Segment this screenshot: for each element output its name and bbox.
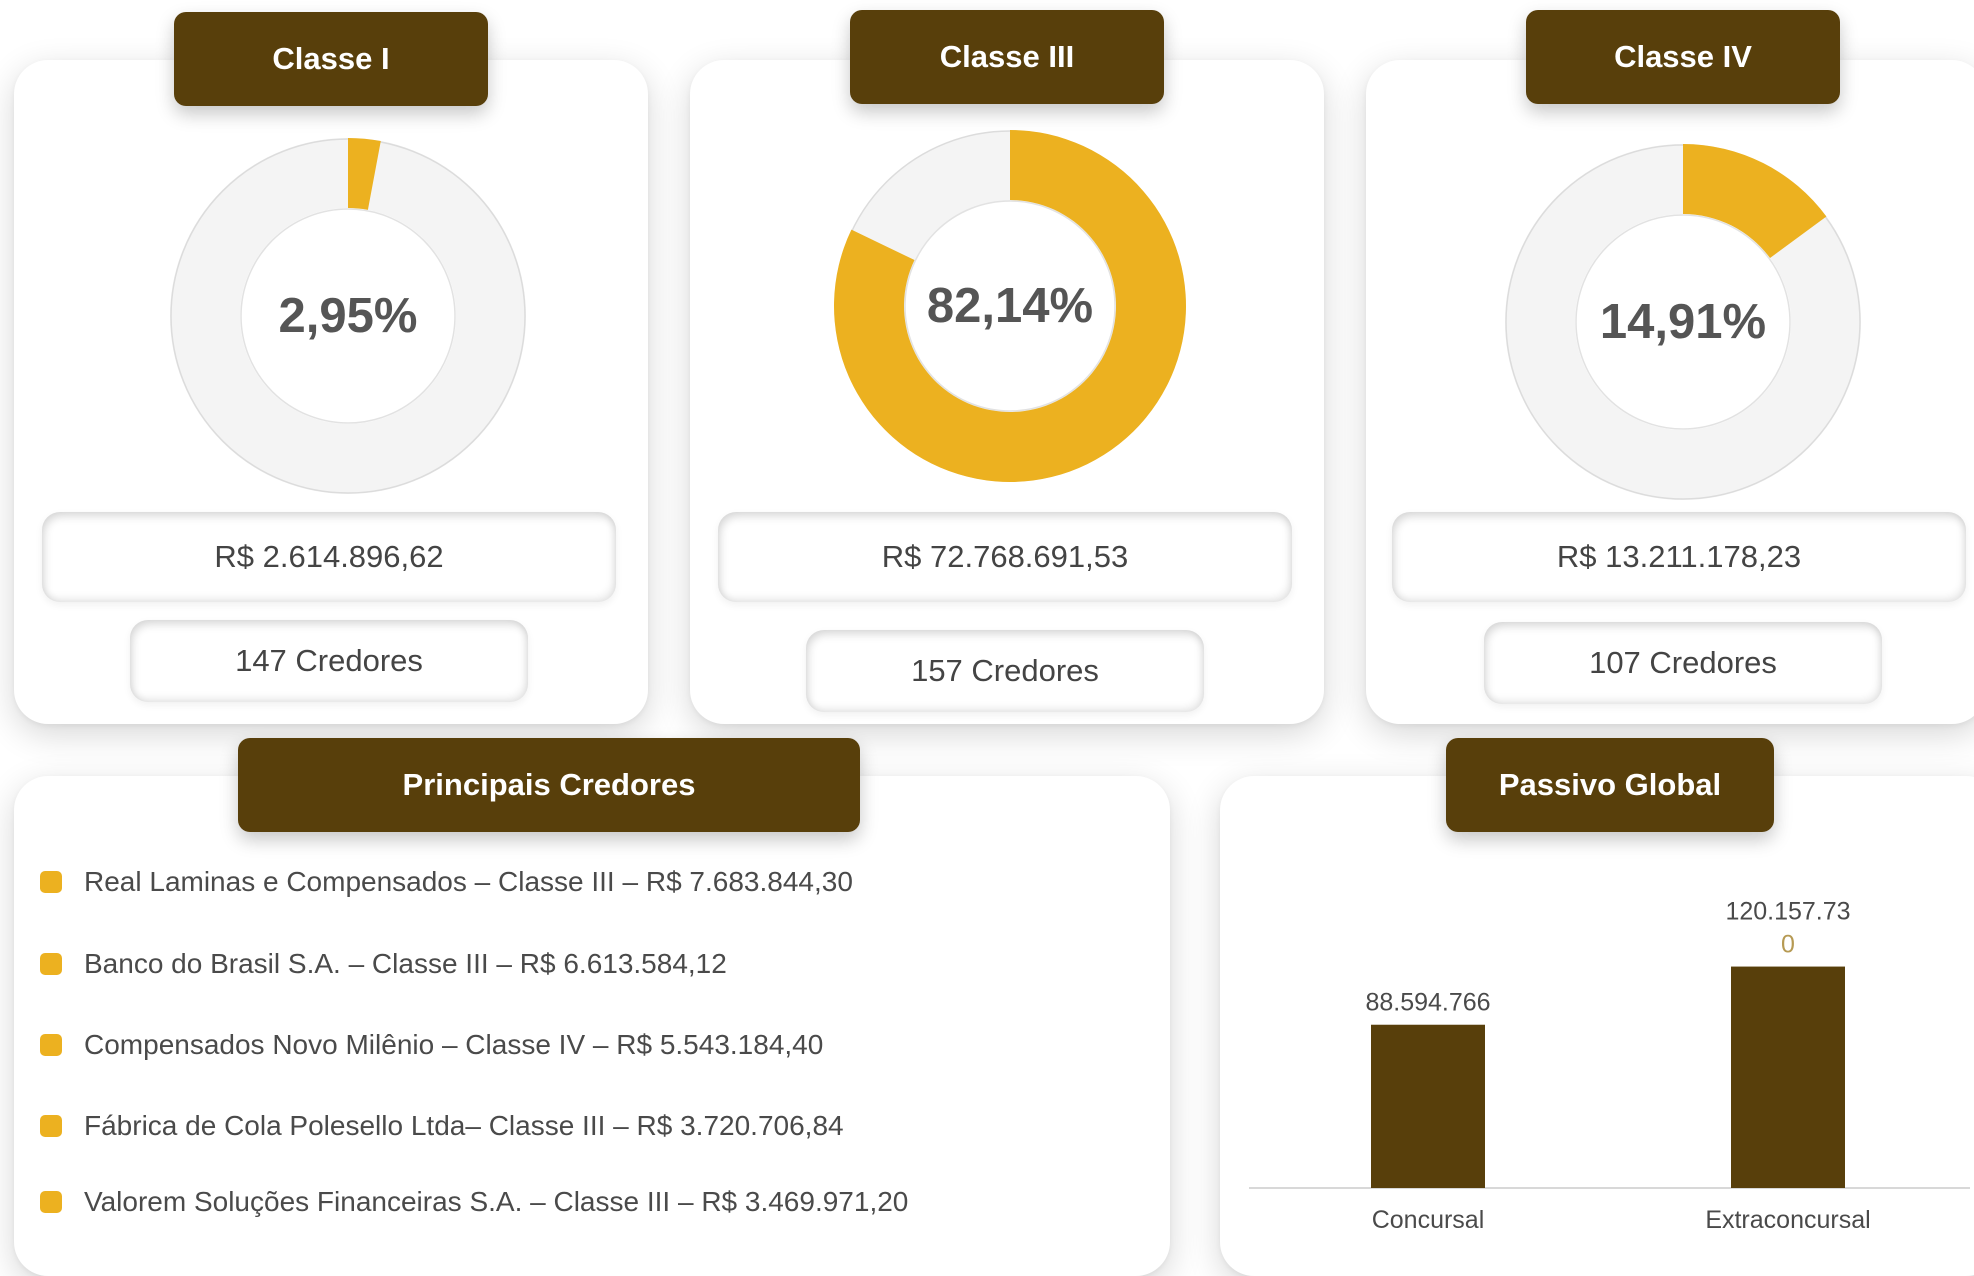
bullet-icon — [40, 953, 62, 975]
class-3-value: R$ 72.768.691,53 — [718, 512, 1292, 602]
class-3-title: Classe III — [850, 10, 1164, 104]
class-3-creditors: 157 Credores — [806, 630, 1204, 712]
data-label: 0 — [1781, 931, 1795, 959]
principais-title: Principais Credores — [238, 738, 860, 832]
class-1-value: R$ 2.614.896,62 — [42, 512, 616, 602]
list-item-text: Fábrica de Cola Polesello Ltda– Classe I… — [84, 1110, 844, 1141]
category-label: Extraconcursal — [1705, 1206, 1870, 1234]
category-label: Concursal — [1372, 1206, 1485, 1234]
class-4-percent: 14,91% — [1599, 295, 1767, 349]
class-1-creditors: 147 Credores — [130, 620, 528, 702]
class-4-donut: 14,91% — [1503, 142, 1863, 502]
class-3-donut: 82,14% — [830, 126, 1190, 486]
bullet-icon — [40, 1191, 62, 1213]
data-label: 120.157.73 — [1725, 900, 1850, 926]
passivo-bar-chart: 88.594.766 Concursal 120.157.73 0 Extraconcu… — [1249, 900, 1970, 1234]
bullet-icon — [40, 1115, 62, 1137]
class-4-creditors: 107 Credores — [1484, 622, 1882, 704]
class-4-title: Classe IV — [1526, 10, 1840, 104]
class-1-title: Classe I — [174, 12, 488, 106]
list-item: Real Laminas e Compensados – Classe III … — [40, 866, 853, 898]
bar-extraconcursal — [1731, 966, 1845, 1188]
bullet-icon — [40, 1034, 62, 1056]
class-1-percent: 2,95% — [278, 289, 418, 343]
list-item-text: Compensados Novo Milênio – Classe IV – R… — [84, 1029, 824, 1060]
class-3-percent: 82,14% — [926, 279, 1094, 333]
bullet-icon — [40, 871, 62, 893]
list-item-text: Real Laminas e Compensados – Classe III … — [84, 866, 853, 897]
list-item: Valorem Soluções Financeiras S.A. – Clas… — [40, 1186, 908, 1218]
class-4-value: R$ 13.211.178,23 — [1392, 512, 1966, 602]
passivo-title: Passivo Global — [1446, 738, 1774, 832]
list-item-text: Valorem Soluções Financeiras S.A. – Clas… — [84, 1186, 909, 1217]
bar-concursal — [1371, 1024, 1485, 1188]
data-label: 88.594.766 — [1365, 989, 1490, 1017]
list-item: Fábrica de Cola Polesello Ltda– Classe I… — [40, 1110, 844, 1142]
list-item: Banco do Brasil S.A. – Classe III – R$ 6… — [40, 948, 727, 980]
list-item: Compensados Novo Milênio – Classe IV – R… — [40, 1029, 823, 1061]
class-1-donut: 2,95% — [168, 136, 528, 496]
list-item-text: Banco do Brasil S.A. – Classe III – R$ 6… — [84, 948, 727, 979]
